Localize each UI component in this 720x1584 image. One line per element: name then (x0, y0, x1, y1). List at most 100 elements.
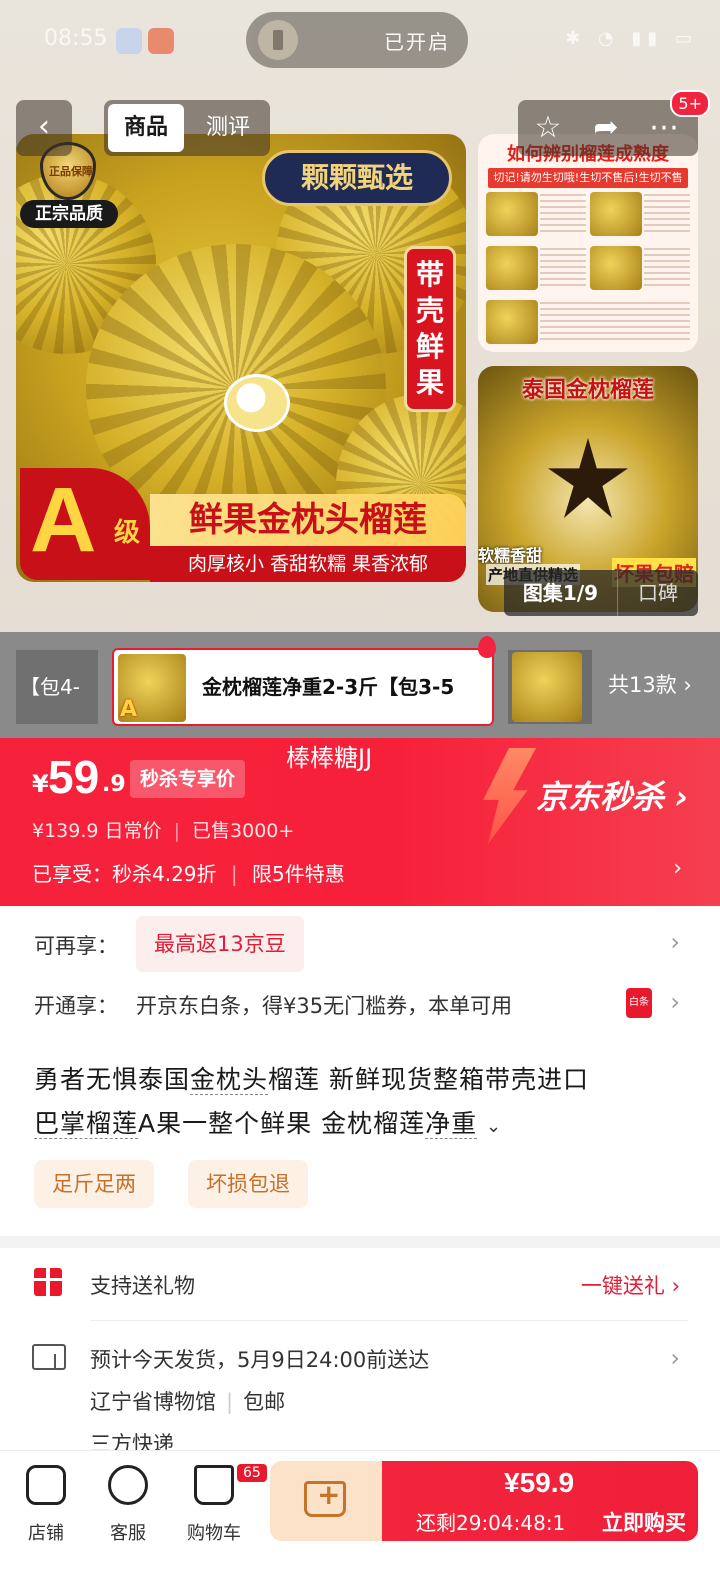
send-gift-link[interactable]: 一键送礼 › (581, 1270, 680, 1300)
header-tabs: 商品 测评 (104, 100, 270, 156)
promo-label: 开通享： (34, 994, 118, 1018)
photo-app-icon (148, 28, 174, 54)
fresh-tag: 带壳鲜果 (404, 246, 456, 412)
guide-text-block (644, 248, 690, 288)
title-link[interactable]: 净重 (425, 1109, 478, 1139)
jd-beans-tag[interactable]: 最高返13京豆 (136, 916, 304, 972)
title-part: A果一整个鲜果 金枕榴莲 (138, 1109, 426, 1138)
tab-review[interactable]: 测评 (190, 104, 266, 152)
image-title: 鲜果金枕头榴莲 (150, 494, 466, 546)
product-title[interactable]: 勇者无惧泰国金枕头榴莲 新鲜现货整箱带壳进口 巴掌榴莲A果一整个鲜果 金枕榴莲净… (34, 1058, 684, 1149)
customer-service-button[interactable]: 客服 (92, 1465, 164, 1545)
guide-text-block (540, 194, 586, 234)
store-button[interactable]: 店铺 (10, 1465, 82, 1545)
sold-count: 已售3000+ (192, 820, 295, 842)
shipping-eta[interactable]: 预计今天发货，5月9日24:00前送达 (90, 1344, 429, 1374)
variant-thumbnail (118, 654, 186, 722)
service-card: 支持送礼物 一键送礼 › 预计今天发货，5月9日24:00前送达 辽宁省博物馆 |… (0, 1248, 720, 1458)
gift-text: 支持送礼物 (90, 1274, 195, 1298)
title-part: 榴莲 新鲜现货整箱带壳进口 (268, 1065, 589, 1094)
tab-product[interactable]: 商品 (108, 104, 184, 152)
feature-chip: 足斤足两 (34, 1160, 154, 1208)
share-icon[interactable]: ➦ (584, 106, 628, 150)
daily-price: ¥139.9 (32, 820, 99, 842)
variant-count[interactable]: 共13款 › (608, 632, 692, 738)
guide-warning: 切记!请勿生切哦!生切不售后!生切不售后! (488, 168, 688, 204)
flashlight-pill[interactable]: 已开启 (246, 12, 468, 68)
chevron-down-icon[interactable]: ⌄ (486, 1116, 502, 1137)
price-currency: ¥ (32, 770, 49, 798)
notification-badge: 5+ (670, 90, 710, 117)
cart-button[interactable]: 65 购物车 (178, 1464, 267, 1545)
guide-text-block (540, 302, 690, 342)
back-button[interactable]: ‹ (16, 100, 72, 156)
price-block[interactable]: ¥ 59 .9 秒杀专享价 棒棒糖JJ 京东秒杀 › ¥139.9 日常价 | … (0, 738, 720, 906)
flash-price-tag: 秒杀专享价 (130, 760, 246, 798)
baitiao-icon: 白条 (626, 988, 652, 1018)
jd-flash-sale-logo[interactable]: 京东秒杀 › (536, 772, 688, 818)
ripeness-guide-image[interactable]: 如何辨别榴莲成熟度 切记!请勿生切哦!生切不售后!生切不售后! (478, 134, 698, 352)
variant-strip: 【包4- 金枕榴莲净重2-3斤【包3-5 共13款 › (0, 632, 720, 738)
thai-heading: 泰国金枕榴莲 (521, 378, 654, 403)
image-subtitle: 肉厚核小 香甜软糯 果香浓郁 (150, 546, 466, 582)
guide-photo (486, 192, 538, 236)
buy-now-label: 立即购买 (602, 1511, 686, 1535)
gift-action: 一键送礼 (580, 1274, 665, 1298)
buy-price: ¥59.9 (504, 1467, 575, 1498)
add-to-cart-button[interactable] (270, 1461, 382, 1541)
chevron-right-icon[interactable]: › (670, 928, 680, 956)
variant-option[interactable] (508, 650, 592, 724)
variant-thumbnail (512, 652, 582, 722)
bottom-bar: 店铺 客服 65 购物车 ¥59.9 还剩29:04:48:1 立即购买 (0, 1450, 720, 1584)
chevron-right-icon[interactable]: › (670, 1344, 680, 1372)
daily-price-row: ¥139.9 日常价 | 已售3000+ (32, 820, 295, 842)
countdown: 还剩29:04:48:1 (416, 1511, 566, 1535)
variant-selected[interactable]: 金枕榴莲净重2-3斤【包3-5 (112, 636, 496, 726)
guide-photo (590, 192, 642, 236)
grade-suffix: 级 (114, 518, 141, 548)
thai-badge-soft: 软糯香甜 (478, 546, 543, 565)
product-gallery[interactable]: 08:55 已开启 ✱ ◔ ▮▮ ▭ 颗颗甄选 正品保障 正宗品质 带壳鲜果 A… (0, 0, 720, 640)
title-part: 勇者无惧泰国 (34, 1065, 191, 1094)
status-bar: 08:55 已开启 ✱ ◔ ▮▮ ▭ (0, 0, 720, 80)
price-decimal: .9 (102, 772, 126, 797)
discount-text: 已享受：秒杀4.29折 (32, 862, 217, 886)
price-integer: 59 (48, 751, 100, 803)
flashlight-icon (258, 20, 298, 60)
store-icon (26, 1465, 66, 1505)
buy-now-button[interactable]: ¥59.9 还剩29:04:48:1 立即购买 (382, 1461, 698, 1541)
status-time: 08:55 (44, 26, 108, 51)
chevron-right-icon[interactable]: › (670, 988, 680, 1016)
gallery-count[interactable]: 图集1/9 (504, 570, 618, 616)
discount-row[interactable]: 已享受：秒杀4.29折 | 限5件特惠 (32, 858, 345, 887)
gift-icon (34, 1268, 62, 1296)
chevron-left-icon: ‹ (38, 109, 50, 144)
product-title-card: 勇者无惧泰国金枕头榴莲 新鲜现货整箱带壳进口 巴掌榴莲A果一整个鲜果 金枕榴莲净… (0, 1040, 720, 1236)
shipping-address-row[interactable]: 辽宁省博物馆 | 包邮 (90, 1386, 285, 1416)
guide-text-block (540, 248, 586, 288)
star-icon[interactable]: ☆ (526, 106, 570, 150)
title-link[interactable]: 金枕头 (190, 1065, 269, 1095)
variant-option[interactable]: 【包4- (16, 650, 98, 724)
watermark-text: 棒棒糖JJ (286, 744, 373, 772)
grade-letter: A (30, 469, 97, 571)
reviews-link[interactable]: 口碑 (618, 570, 698, 616)
hot-icon (478, 636, 496, 658)
header-actions: ☆ ➦ ⋯ 5+ (518, 90, 710, 156)
chat-smile-icon (108, 1465, 148, 1505)
service-label: 客服 (110, 1523, 146, 1544)
seal-text: 正品保障 (49, 165, 93, 178)
promo-label: 可再享： (34, 934, 118, 958)
promotions-card: 可再享： 最高返13京豆 › 开通享： 开京东白条，得¥35无门槛券，本单可用 … (0, 906, 720, 1040)
durian-pulp (224, 374, 290, 432)
gallery-pager[interactable]: 图集1/9 口碑 (504, 570, 698, 616)
authentic-label: 正宗品质 (20, 200, 118, 228)
banner-select: 颗颗甄选 (262, 150, 452, 206)
guide-photo (486, 300, 538, 344)
guide-text-block (644, 194, 690, 234)
cart-badge: 65 (237, 1464, 267, 1482)
variant-label: 金枕榴莲净重2-3斤【包3-5 (202, 675, 455, 699)
grade-badge: A 级 (20, 468, 150, 580)
baitiao-offer[interactable]: 开京东白条，得¥35无门槛券，本单可用 (136, 990, 584, 1020)
title-link[interactable]: 巴掌榴莲 (34, 1109, 139, 1139)
